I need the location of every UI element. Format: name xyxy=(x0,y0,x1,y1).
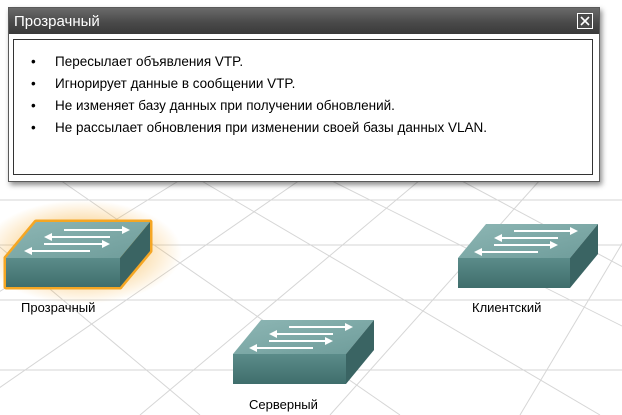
close-icon xyxy=(580,16,590,26)
bullet-icon: • xyxy=(31,54,36,69)
bullet-icon: • xyxy=(31,76,36,91)
close-button[interactable] xyxy=(577,13,593,29)
popup-titlebar: Прозрачный xyxy=(9,8,599,34)
switch-label-client: Клиентский xyxy=(472,300,542,315)
list-item: • Игнорирует данные в сообщении VTP. xyxy=(31,73,487,95)
list-item: • Не рассылает обновления при изменении с… xyxy=(31,117,487,139)
switch-front xyxy=(458,258,570,288)
list-item: • Не изменяет базу данных при получении о… xyxy=(31,95,487,117)
switch-front xyxy=(233,354,346,384)
bullet-icon: • xyxy=(31,98,36,113)
bullet-icon: • xyxy=(31,120,36,135)
switch-front xyxy=(6,258,120,287)
list-item: • Пересылает объявления VTP. xyxy=(31,51,487,73)
info-popup: Прозрачный • Пересылает объявления VTP. •… xyxy=(8,7,600,182)
switch-transparent[interactable] xyxy=(0,200,182,304)
switch-label-server: Серверный xyxy=(249,397,318,412)
popup-title: Прозрачный xyxy=(14,13,100,30)
popup-body: • Пересылает объявления VTP. • Игнорирует … xyxy=(13,39,593,175)
switch-label-transparent: Прозрачный xyxy=(21,300,96,315)
feature-list: • Пересылает объявления VTP. • Игнорирует … xyxy=(31,51,487,139)
switch-server[interactable] xyxy=(233,320,374,384)
switch-client[interactable] xyxy=(458,224,598,288)
